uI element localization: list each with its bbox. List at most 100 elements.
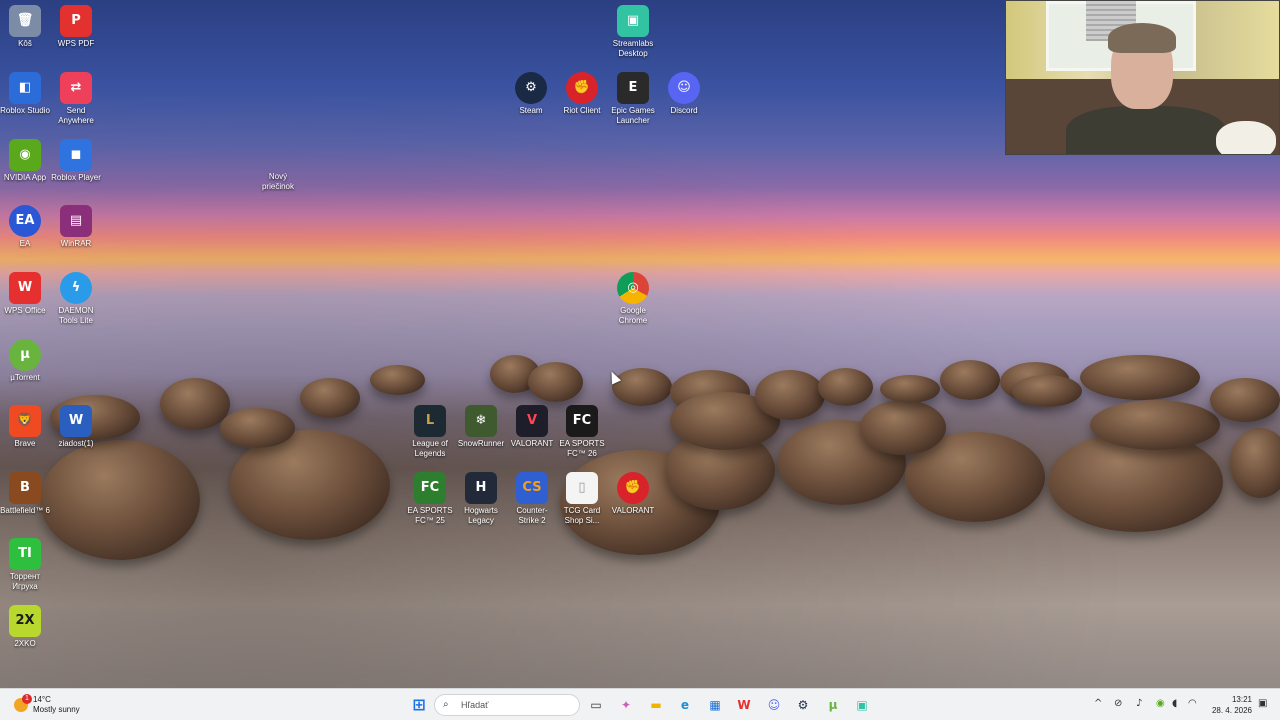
desktop-icon-utorrent[interactable]: µ µTorrent (0, 339, 50, 383)
taskbar-file-explorer[interactable]: ▬ (644, 693, 668, 717)
desktop-icon-riot-client[interactable]: ✊ Riot Client (557, 72, 607, 116)
desktop-icon-winrar[interactable]: ▤ WinRAR (51, 205, 101, 249)
taskbar-clock[interactable]: 13:21 28. 4. 2026 (1206, 694, 1252, 716)
desktop-icon-label: Steam (519, 106, 543, 115)
desktop-icon-label: Riot Client (563, 106, 601, 115)
taskbar-wps-office[interactable]: W (732, 693, 756, 717)
ea-icon: EA (9, 205, 41, 237)
word-document-icon: W (60, 405, 92, 437)
desktop-icon-label: ziadost(1) (58, 439, 94, 448)
desktop-icon-send-anywhere[interactable]: ⇄ Send Anywhere (51, 72, 101, 126)
taskbar-streamlabs[interactable]: ▣ (850, 693, 874, 717)
desktop-icon-wps-office[interactable]: W WPS Office (0, 272, 50, 316)
desktop-icon-hogwarts-legacy[interactable]: H Hogwarts Legacy (456, 472, 506, 526)
desktop-icon-wps-pdf[interactable]: P WPS PDF (51, 5, 101, 49)
chrome-icon: ◎ (617, 272, 649, 304)
desktop-icon-label: TCG Card Shop Si... (563, 506, 601, 525)
webcam-person-body (1066, 106, 1226, 154)
taskbar-task-view[interactable]: ▭ (584, 693, 608, 717)
desktop-icon-label: Counter-Strike 2 (516, 506, 548, 525)
desktop-icon-label: SnowRunner (457, 439, 505, 448)
desktop-icon-nvidia-app[interactable]: ◉ NVIDIA App (0, 139, 50, 183)
desktop-icon-streamlabs[interactable]: ▣ Streamlabs Desktop (608, 5, 658, 59)
torrent-igruha-icon: TI (9, 538, 41, 570)
desktop-icon-label: EA SPORTS FC™ 26 (559, 439, 605, 458)
desktop-icon-label: 2XKO (14, 639, 36, 648)
tray-chevron-up-icon[interactable]: ^ (1094, 698, 1102, 709)
taskbar-steam[interactable]: ⚙ (791, 693, 815, 717)
desktop-icon-label: League of Legends (412, 439, 448, 458)
steam-icon: ⚙ (515, 72, 547, 104)
hogwarts-legacy-icon: H (465, 472, 497, 504)
desktop-icon-epic-games[interactable]: E Epic Games Launcher (608, 72, 658, 126)
desktop-icon-snowrunner[interactable]: ❄ SnowRunner (456, 405, 506, 449)
desktop-icon-label: Торрент Игруха (9, 572, 41, 591)
desktop-icon-label: Discord (670, 106, 698, 115)
desktop-icon-roblox-studio[interactable]: ◧ Roblox Studio (0, 72, 50, 116)
desktop-icon-torrent-igruha[interactable]: TI Торрент Игруха (0, 538, 50, 592)
snowrunner-icon: ❄ (465, 405, 497, 437)
discord-icon: ☺ (668, 72, 700, 104)
taskbar-discord[interactable]: ☺ (762, 693, 786, 717)
ea-sports-fc-icon: FC (414, 472, 446, 504)
taskbar-copilot[interactable]: ✦ (614, 693, 638, 717)
wps-office-icon: W (9, 272, 41, 304)
tray-wifi-icon[interactable]: ◠ (1188, 698, 1197, 709)
valorant-icon: V (516, 405, 548, 437)
desktop-icon-roblox-player[interactable]: ◼ Roblox Player (51, 139, 101, 183)
desktop-icon-ea[interactable]: EA EA (0, 205, 50, 249)
weather-widget[interactable]: 1 14°C Mostly sunny (12, 693, 102, 717)
desktop-icon-new-folder[interactable]: Nový priečinok (253, 172, 303, 192)
roblox-player-icon: ◼ (60, 139, 92, 171)
taskbar-utorrent[interactable]: µ (821, 693, 845, 717)
league-of-legends-icon: L (414, 405, 446, 437)
tray-volume-icon[interactable]: ◖ (1172, 698, 1177, 709)
desktop-icon-valorant[interactable]: V VALORANT (507, 405, 557, 449)
desktop-icon-label: VALORANT (510, 439, 554, 448)
tray-nvidia-icon[interactable]: ◉ (1156, 698, 1165, 709)
winrar-icon: ▤ (60, 205, 92, 237)
roblox-studio-icon: ◧ (9, 72, 41, 104)
nvidia-icon: ◉ (9, 139, 41, 171)
desktop-icon-brave[interactable]: 🦁 Brave (0, 405, 50, 449)
ea-sports-fc-icon: FC (566, 405, 598, 437)
weather-temp: 14°C (33, 695, 51, 704)
webcam-person-hair (1108, 23, 1176, 53)
desktop-icon-discord[interactable]: ☺ Discord (659, 72, 709, 116)
desktop-icon-label: EA SPORTS FC™ 25 (407, 506, 453, 525)
send-anywhere-icon: ⇄ (60, 72, 92, 104)
desktop-icon-google-chrome[interactable]: ◎ Google Chrome (608, 272, 658, 326)
desktop-icon-label: WPS PDF (57, 39, 95, 48)
start-button[interactable]: ⊞ (407, 693, 431, 717)
taskbar-edge[interactable]: e (673, 693, 697, 717)
tray-network-off-icon[interactable]: ⊘ (1114, 698, 1122, 709)
desktop-icon-label: Battlefield™ 6 (0, 506, 50, 515)
desktop-icon-ea-sports-fc-26[interactable]: FC EA SPORTS FC™ 26 (557, 405, 607, 459)
desktop-icon-league-of-legends[interactable]: L League of Legends (405, 405, 455, 459)
recycle-bin-icon: 🗑 (9, 5, 41, 37)
desktop-icon-label: Roblox Player (51, 173, 101, 182)
2xko-icon: 2X (9, 605, 41, 637)
tray-microphone-icon[interactable]: ♪ (1136, 698, 1142, 709)
taskbar: 1 14°C Mostly sunny ⊞ ⌕ Hľadať ▭ ✦ ▬ e ▦… (0, 688, 1280, 720)
desktop-icon-recycle-bin[interactable]: 🗑 Kôš (0, 5, 50, 49)
desktop-icon-label: Epic Games Launcher (611, 106, 655, 125)
battlefield-icon: B (9, 472, 41, 504)
desktop-icon-label: Streamlabs Desktop (612, 39, 654, 58)
desktop-icon-2xko[interactable]: 2X 2XKO (0, 605, 50, 649)
desktop-icon-ea-sports-fc-25[interactable]: FC EA SPORTS FC™ 25 (405, 472, 455, 526)
taskbar-microsoft-store[interactable]: ▦ (703, 693, 727, 717)
desktop-icon-counter-strike-2[interactable]: CS Counter-Strike 2 (507, 472, 557, 526)
desktop-icon-battlefield-6[interactable]: B Battlefield™ 6 (0, 472, 50, 516)
desktop-icon-label: Brave (14, 439, 36, 448)
desktop-icon-steam[interactable]: ⚙ Steam (506, 72, 556, 116)
desktop-icon-tcg-card-shop[interactable]: ▯ TCG Card Shop Si... (557, 472, 607, 526)
desktop-icon-ziadost[interactable]: W ziadost(1) (51, 405, 101, 449)
riot-client-icon: ✊ (566, 72, 598, 104)
search-input[interactable]: ⌕ Hľadať (434, 694, 580, 716)
desktop-icon-valorant-riot[interactable]: ✊ VALORANT (608, 472, 658, 516)
daemon-tools-icon: ϟ (60, 272, 92, 304)
notifications-bell-icon[interactable]: ▣ (1258, 698, 1267, 709)
desktop-icon-daemon-tools[interactable]: ϟ DAEMON Tools Lite (51, 272, 101, 326)
desktop-icon-label: Roblox Studio (0, 106, 50, 115)
